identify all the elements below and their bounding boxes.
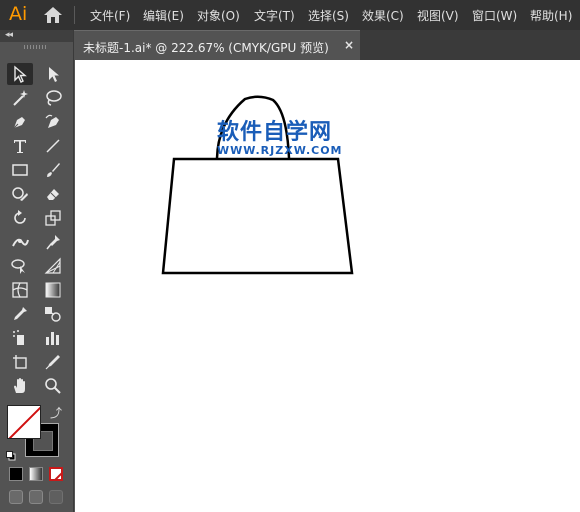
menu-help[interactable]: 帮助(H)	[530, 7, 572, 24]
shaper-tool-icon[interactable]	[7, 183, 33, 205]
menu-divider	[74, 6, 75, 24]
app-logo: Ai	[9, 3, 28, 25]
zoom-tool-icon[interactable]	[40, 375, 66, 397]
width-tool-icon[interactable]	[7, 231, 33, 253]
tools-panel-header[interactable]: ◂◂	[0, 30, 73, 42]
direct-selection-tool-icon[interactable]	[40, 63, 66, 85]
scale-tool-icon[interactable]	[40, 207, 66, 229]
default-fill-stroke-icon[interactable]	[6, 446, 16, 461]
menu-select[interactable]: 选择(S)	[308, 7, 349, 24]
watermark-url: WWW.RJZXW.COM	[217, 144, 343, 157]
rectangle-tool-icon[interactable]	[7, 159, 33, 181]
paintbrush-tool-icon[interactable]	[40, 159, 66, 181]
menu-object[interactable]: 对象(O)	[197, 7, 240, 24]
color-mode-button[interactable]	[9, 467, 23, 481]
draw-inside-icon[interactable]	[49, 490, 63, 504]
pen-tool-icon[interactable]	[7, 111, 33, 133]
artboard-tool-icon[interactable]	[7, 351, 33, 373]
close-icon[interactable]: ×	[344, 38, 354, 52]
bag-body-shape	[161, 157, 354, 275]
blend-tool-icon[interactable]	[40, 303, 66, 325]
menu-file[interactable]: 文件(F)	[90, 7, 130, 24]
fill-swatch[interactable]	[7, 405, 41, 439]
panel-grip[interactable]	[24, 45, 48, 49]
none-mode-button[interactable]	[49, 467, 63, 481]
tools-panel: ◂◂ ⤴	[0, 30, 74, 512]
eyedropper-tool-icon[interactable]	[7, 303, 33, 325]
menu-type[interactable]: 文字(T)	[254, 7, 295, 24]
eraser-tool-icon[interactable]	[40, 183, 66, 205]
magic-wand-tool-icon[interactable]	[7, 87, 33, 109]
menu-window[interactable]: 窗口(W)	[472, 7, 517, 24]
rotate-tool-icon[interactable]	[7, 207, 33, 229]
watermark: 软件自学网 WWW.RJZXW.COM	[217, 120, 343, 157]
illustrator-window: Ai 文件(F) 编辑(E) 对象(O) 文字(T) 选择(S) 效果(C) 视…	[0, 0, 580, 512]
home-icon[interactable]	[42, 5, 64, 25]
collapse-icon[interactable]: ◂◂	[5, 30, 13, 40]
type-tool-icon[interactable]	[7, 135, 33, 157]
gradient-mode-button[interactable]	[29, 467, 43, 481]
menu-bar: Ai 文件(F) 编辑(E) 对象(O) 文字(T) 选择(S) 效果(C) 视…	[0, 0, 580, 30]
menu-edit[interactable]: 编辑(E)	[143, 7, 184, 24]
watermark-title: 软件自学网	[217, 120, 333, 145]
symbol-sprayer-tool-icon[interactable]	[7, 327, 33, 349]
hand-tool-icon[interactable]	[7, 375, 33, 397]
artboard-canvas[interactable]: 软件自学网 WWW.RJZXW.COM	[75, 60, 580, 512]
draw-behind-icon[interactable]	[29, 490, 43, 504]
mesh-tool-icon[interactable]	[7, 279, 33, 301]
line-segment-tool-icon[interactable]	[40, 135, 66, 157]
slice-tool-icon[interactable]	[40, 351, 66, 373]
lasso-tool-icon[interactable]	[40, 87, 66, 109]
swap-fill-stroke-icon[interactable]: ⤴	[50, 404, 62, 421]
document-tab[interactable]: 未标题-1.ai* @ 222.67% (CMYK/GPU 预览) ×	[74, 30, 360, 60]
selection-tool-icon[interactable]	[7, 63, 33, 85]
menu-view[interactable]: 视图(V)	[417, 7, 459, 24]
shape-builder-tool-icon[interactable]	[7, 255, 33, 277]
document-tab-bar: 未标题-1.ai* @ 222.67% (CMYK/GPU 预览) ×	[74, 30, 580, 60]
menu-effect[interactable]: 效果(C)	[362, 7, 404, 24]
curvature-tool-icon[interactable]	[40, 111, 66, 133]
puppet-warp-tool-icon[interactable]	[40, 231, 66, 253]
perspective-grid-tool-icon[interactable]	[40, 255, 66, 277]
document-tab-label: 未标题-1.ai* @ 222.67% (CMYK/GPU 预览)	[83, 41, 329, 55]
column-graph-tool-icon[interactable]	[40, 327, 66, 349]
draw-normal-icon[interactable]	[9, 490, 23, 504]
gradient-tool-icon[interactable]	[40, 279, 66, 301]
